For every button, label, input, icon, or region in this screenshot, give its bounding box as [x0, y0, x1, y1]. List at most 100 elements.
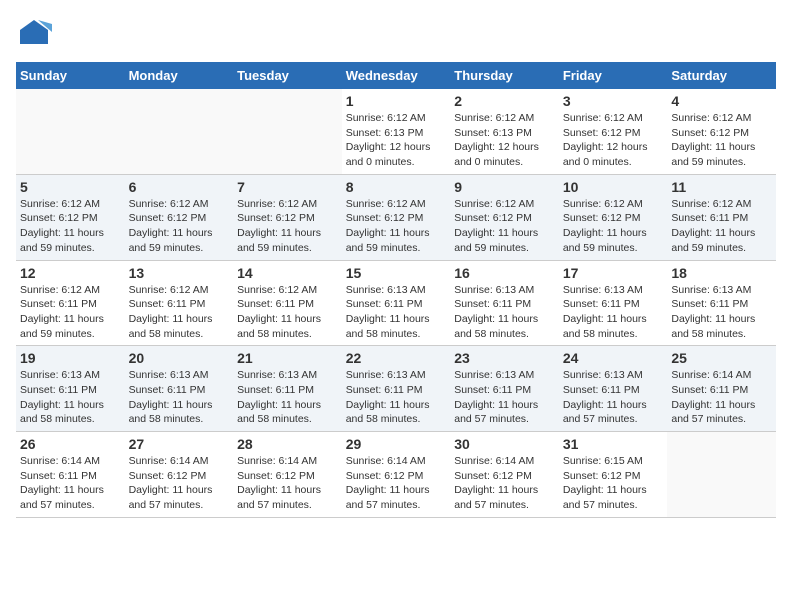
day-number: 28: [237, 436, 338, 452]
calendar-body: 1Sunrise: 6:12 AM Sunset: 6:13 PM Daylig…: [16, 89, 776, 517]
day-cell: 27Sunrise: 6:14 AM Sunset: 6:12 PM Dayli…: [125, 432, 234, 518]
day-number: 2: [454, 93, 555, 109]
day-info: Sunrise: 6:13 AM Sunset: 6:11 PM Dayligh…: [237, 368, 338, 427]
day-cell: 21 Sunrise: 6:13 AM Sunset: 6:11 PM Dayli…: [233, 346, 342, 432]
day-cell: 7 Sunrise: 6:12 AM Sunset: 6:12 PM Daylig…: [233, 174, 342, 260]
day-info: Sunrise: 6:12 AM Sunset: 6:12 PM Dayligh…: [563, 197, 664, 256]
day-cell: 15Sunrise: 6:13 AM Sunset: 6:11 PM Dayli…: [342, 260, 451, 346]
day-cell: 22 Sunrise: 6:13 AM Sunset: 6:11 PM Dayli…: [342, 346, 451, 432]
day-info: Sunrise: 6:13 AM Sunset: 6:11 PM Dayligh…: [563, 283, 664, 342]
header-cell-friday: Friday: [559, 62, 668, 89]
day-number: 11: [671, 179, 772, 195]
day-info: Sunrise: 6:14 AM Sunset: 6:12 PM Dayligh…: [129, 454, 230, 513]
day-cell: 17 Sunrise: 6:13 AM Sunset: 6:11 PM Dayli…: [559, 260, 668, 346]
page-header: [16, 16, 776, 52]
day-cell: [16, 89, 125, 174]
day-info: Sunrise: 6:12 AM Sunset: 6:13 PM Dayligh…: [454, 111, 555, 170]
day-cell: 12 Sunrise: 6:12 AM Sunset: 6:11 PM Dayli…: [16, 260, 125, 346]
day-info: Sunrise: 6:14 AM Sunset: 6:11 PM Dayligh…: [20, 454, 121, 513]
logo: [16, 16, 56, 52]
day-cell: 10 Sunrise: 6:12 AM Sunset: 6:12 PM Dayli…: [559, 174, 668, 260]
day-number: 16: [454, 265, 555, 281]
day-number: 26: [20, 436, 121, 452]
day-number: 29: [346, 436, 447, 452]
day-info: Sunrise: 6:13 AM Sunset: 6:11 PM Dayligh…: [454, 283, 555, 342]
calendar-table: SundayMondayTuesdayWednesdayThursdayFrid…: [16, 62, 776, 518]
day-number: 10: [563, 179, 664, 195]
day-number: 21: [237, 350, 338, 366]
day-info: Sunrise: 6:12 AM Sunset: 6:11 PM Dayligh…: [129, 283, 230, 342]
day-cell: 30 Sunrise: 6:14 AM Sunset: 6:12 PM Dayli…: [450, 432, 559, 518]
day-number: 30: [454, 436, 555, 452]
day-cell: 13 Sunrise: 6:12 AM Sunset: 6:11 PM Dayli…: [125, 260, 234, 346]
day-info: Sunrise: 6:12 AM Sunset: 6:12 PM Dayligh…: [563, 111, 664, 170]
day-number: 17: [563, 265, 664, 281]
week-row-2: 5 Sunrise: 6:12 AM Sunset: 6:12 PM Daylig…: [16, 174, 776, 260]
day-cell: 28Sunrise: 6:14 AM Sunset: 6:12 PM Dayli…: [233, 432, 342, 518]
day-info: Sunrise: 6:12 AM Sunset: 6:11 PM Dayligh…: [671, 197, 772, 256]
header-cell-sunday: Sunday: [16, 62, 125, 89]
day-number: 4: [671, 93, 772, 109]
day-cell: [667, 432, 776, 518]
week-row-5: 26 Sunrise: 6:14 AM Sunset: 6:11 PM Dayli…: [16, 432, 776, 518]
day-info: Sunrise: 6:15 AM Sunset: 6:12 PM Dayligh…: [563, 454, 664, 513]
day-info: Sunrise: 6:12 AM Sunset: 6:12 PM Dayligh…: [129, 197, 230, 256]
day-number: 5: [20, 179, 121, 195]
week-row-1: 1Sunrise: 6:12 AM Sunset: 6:13 PM Daylig…: [16, 89, 776, 174]
day-info: Sunrise: 6:12 AM Sunset: 6:12 PM Dayligh…: [346, 197, 447, 256]
day-cell: 14Sunrise: 6:12 AM Sunset: 6:11 PM Dayli…: [233, 260, 342, 346]
day-info: Sunrise: 6:14 AM Sunset: 6:11 PM Dayligh…: [671, 368, 772, 427]
day-number: 13: [129, 265, 230, 281]
header-cell-monday: Monday: [125, 62, 234, 89]
day-info: Sunrise: 6:14 AM Sunset: 6:12 PM Dayligh…: [346, 454, 447, 513]
day-cell: 25 Sunrise: 6:14 AM Sunset: 6:11 PM Dayli…: [667, 346, 776, 432]
day-cell: 9 Sunrise: 6:12 AM Sunset: 6:12 PM Daylig…: [450, 174, 559, 260]
day-cell: 26 Sunrise: 6:14 AM Sunset: 6:11 PM Dayli…: [16, 432, 125, 518]
day-number: 24: [563, 350, 664, 366]
day-cell: 6Sunrise: 6:12 AM Sunset: 6:12 PM Daylig…: [125, 174, 234, 260]
day-cell: 31 Sunrise: 6:15 AM Sunset: 6:12 PM Dayli…: [559, 432, 668, 518]
day-info: Sunrise: 6:13 AM Sunset: 6:11 PM Dayligh…: [346, 368, 447, 427]
day-number: 31: [563, 436, 664, 452]
day-number: 12: [20, 265, 121, 281]
day-cell: 5 Sunrise: 6:12 AM Sunset: 6:12 PM Daylig…: [16, 174, 125, 260]
day-number: 20: [129, 350, 230, 366]
header-cell-thursday: Thursday: [450, 62, 559, 89]
day-number: 18: [671, 265, 772, 281]
day-info: Sunrise: 6:13 AM Sunset: 6:11 PM Dayligh…: [563, 368, 664, 427]
day-number: 25: [671, 350, 772, 366]
day-info: Sunrise: 6:12 AM Sunset: 6:12 PM Dayligh…: [454, 197, 555, 256]
day-number: 19: [20, 350, 121, 366]
day-info: Sunrise: 6:13 AM Sunset: 6:11 PM Dayligh…: [129, 368, 230, 427]
day-info: Sunrise: 6:13 AM Sunset: 6:11 PM Dayligh…: [20, 368, 121, 427]
day-number: 3: [563, 93, 664, 109]
logo-icon: [16, 16, 52, 52]
header-row: SundayMondayTuesdayWednesdayThursdayFrid…: [16, 62, 776, 89]
day-info: Sunrise: 6:12 AM Sunset: 6:12 PM Dayligh…: [237, 197, 338, 256]
day-info: Sunrise: 6:14 AM Sunset: 6:12 PM Dayligh…: [454, 454, 555, 513]
day-cell: [233, 89, 342, 174]
day-info: Sunrise: 6:13 AM Sunset: 6:11 PM Dayligh…: [346, 283, 447, 342]
day-number: 8: [346, 179, 447, 195]
day-cell: 24 Sunrise: 6:13 AM Sunset: 6:11 PM Dayli…: [559, 346, 668, 432]
day-info: Sunrise: 6:12 AM Sunset: 6:13 PM Dayligh…: [346, 111, 447, 170]
day-cell: 23 Sunrise: 6:13 AM Sunset: 6:11 PM Dayli…: [450, 346, 559, 432]
day-cell: 19 Sunrise: 6:13 AM Sunset: 6:11 PM Dayli…: [16, 346, 125, 432]
week-row-4: 19 Sunrise: 6:13 AM Sunset: 6:11 PM Dayli…: [16, 346, 776, 432]
day-cell: 8 Sunrise: 6:12 AM Sunset: 6:12 PM Daylig…: [342, 174, 451, 260]
day-number: 22: [346, 350, 447, 366]
day-number: 9: [454, 179, 555, 195]
day-info: Sunrise: 6:12 AM Sunset: 6:12 PM Dayligh…: [671, 111, 772, 170]
day-cell: 29 Sunrise: 6:14 AM Sunset: 6:12 PM Dayli…: [342, 432, 451, 518]
day-number: 23: [454, 350, 555, 366]
day-cell: [125, 89, 234, 174]
day-number: 7: [237, 179, 338, 195]
day-info: Sunrise: 6:12 AM Sunset: 6:11 PM Dayligh…: [20, 283, 121, 342]
day-cell: 20 Sunrise: 6:13 AM Sunset: 6:11 PM Dayli…: [125, 346, 234, 432]
day-cell: 4 Sunrise: 6:12 AM Sunset: 6:12 PM Daylig…: [667, 89, 776, 174]
day-info: Sunrise: 6:12 AM Sunset: 6:12 PM Dayligh…: [20, 197, 121, 256]
day-cell: 1Sunrise: 6:12 AM Sunset: 6:13 PM Daylig…: [342, 89, 451, 174]
day-info: Sunrise: 6:13 AM Sunset: 6:11 PM Dayligh…: [454, 368, 555, 427]
day-cell: 3 Sunrise: 6:12 AM Sunset: 6:12 PM Daylig…: [559, 89, 668, 174]
header-cell-tuesday: Tuesday: [233, 62, 342, 89]
